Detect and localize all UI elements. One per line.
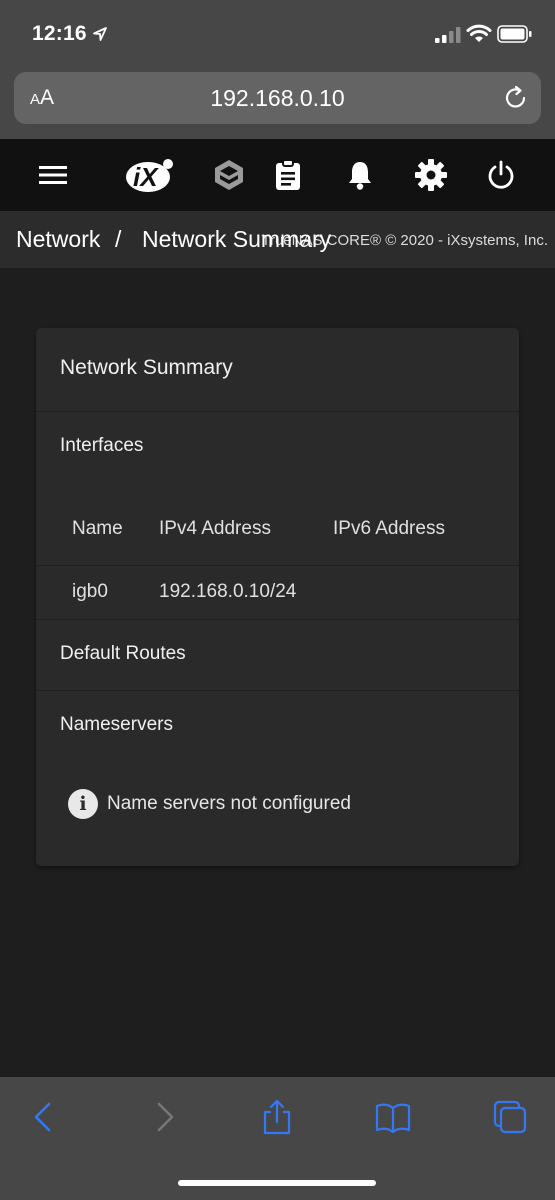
status-time: 12:16 bbox=[32, 22, 87, 45]
breadcrumb: TrueNAS CORE® © 2020 - iXsystems, Inc. N… bbox=[0, 211, 555, 268]
default-routes-heading: Default Routes bbox=[60, 643, 186, 664]
url-text: 192.168.0.10 bbox=[210, 85, 345, 111]
back-icon[interactable] bbox=[26, 1099, 62, 1135]
card-title: Network Summary bbox=[60, 356, 233, 379]
nameservers-heading: Nameservers bbox=[60, 714, 173, 735]
clipboard-icon[interactable] bbox=[273, 139, 303, 211]
interface-ipv4-cell: 192.168.0.10/24 bbox=[159, 581, 297, 602]
forward-icon[interactable] bbox=[146, 1099, 182, 1135]
column-header-name: Name bbox=[72, 518, 123, 539]
divider bbox=[36, 690, 519, 691]
home-indicator bbox=[178, 1180, 376, 1186]
interfaces-heading: Interfaces bbox=[60, 435, 144, 456]
battery-icon bbox=[497, 25, 532, 43]
reload-icon[interactable] bbox=[503, 85, 529, 111]
nameservers-empty-message: i Name servers not configured bbox=[68, 789, 351, 819]
address-bar[interactable]: AA 192.168.0.10 bbox=[14, 72, 541, 124]
menu-icon[interactable] bbox=[36, 139, 70, 211]
bookmarks-icon[interactable] bbox=[375, 1099, 411, 1135]
ix-logo-icon[interactable]: iX bbox=[124, 139, 178, 211]
info-icon: i bbox=[68, 789, 98, 819]
divider bbox=[36, 565, 519, 566]
column-header-ipv4: IPv4 Address bbox=[159, 518, 271, 539]
location-arrow-icon bbox=[93, 27, 107, 41]
app-toolbar: iX bbox=[0, 139, 555, 211]
gear-icon[interactable] bbox=[413, 139, 449, 211]
safari-top-bar: 12:16 AA 192.168.0.10 bbox=[0, 0, 555, 139]
truenas-cube-icon[interactable] bbox=[210, 139, 248, 211]
network-summary-card: Network Summary Interfaces Name IPv4 Add… bbox=[36, 328, 519, 866]
divider bbox=[36, 619, 519, 620]
breadcrumb-network-summary: Network Summary bbox=[142, 226, 332, 252]
power-icon[interactable] bbox=[485, 139, 517, 211]
divider bbox=[36, 411, 519, 412]
nameservers-message: Name servers not configured bbox=[107, 793, 351, 814]
breadcrumb-network[interactable]: Network bbox=[16, 226, 100, 253]
wifi-icon bbox=[466, 24, 492, 42]
breadcrumb-separator: / bbox=[115, 226, 122, 252]
column-header-ipv6: IPv6 Address bbox=[333, 518, 445, 539]
bell-icon[interactable] bbox=[345, 139, 375, 211]
share-icon[interactable] bbox=[259, 1099, 295, 1135]
tabs-icon[interactable] bbox=[492, 1099, 528, 1135]
cellular-signal-icon bbox=[435, 27, 461, 43]
svg-text:iX: iX bbox=[133, 162, 159, 192]
interface-name-cell: igb0 bbox=[72, 581, 108, 602]
